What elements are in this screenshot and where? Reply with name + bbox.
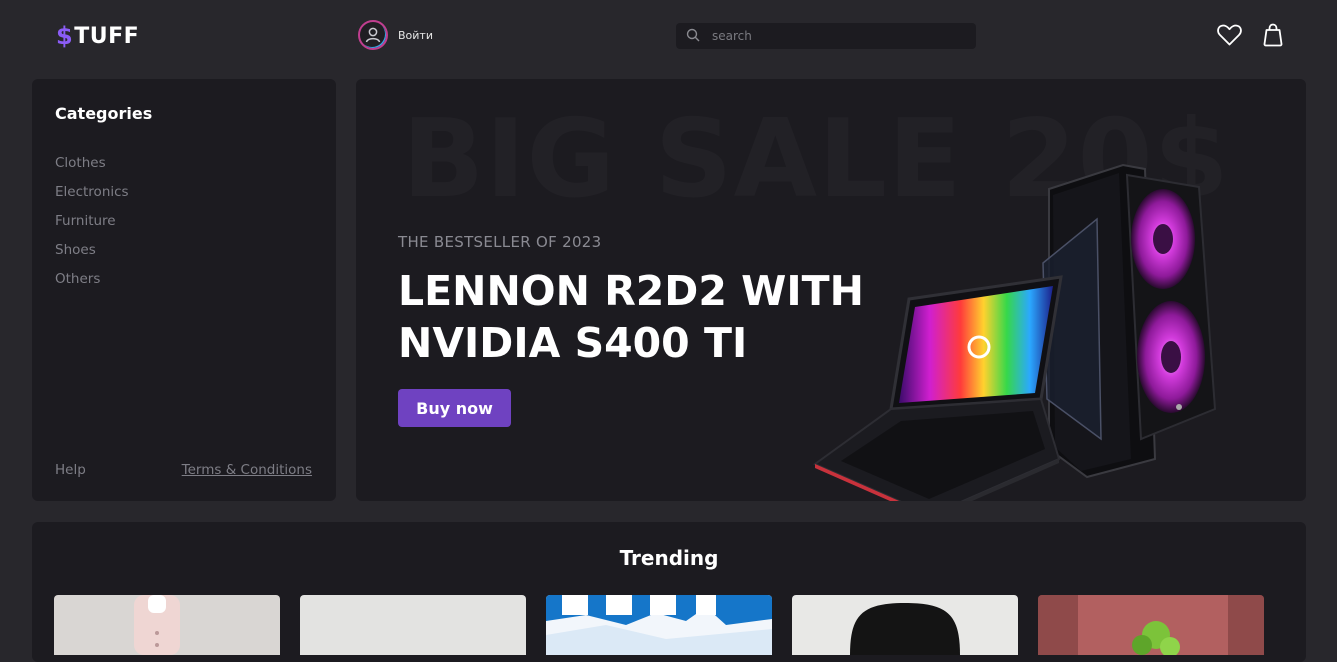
shopping-bag-icon[interactable] [1260, 22, 1286, 48]
help-link[interactable]: Help [55, 462, 86, 478]
product-card[interactable] [546, 595, 772, 655]
category-item-furniture[interactable]: Furniture [55, 210, 313, 239]
product-card[interactable] [792, 595, 1018, 655]
terms-link[interactable]: Terms & Conditions [182, 462, 312, 478]
banner-subtitle: THE BESTSELLER OF 2023 [398, 233, 602, 251]
product-image [812, 163, 1217, 501]
login-label: Войти [398, 28, 433, 42]
login-button[interactable]: Войти [358, 20, 433, 50]
sidebar-footer: Help Terms & Conditions [55, 462, 312, 478]
search-input[interactable] [712, 29, 952, 43]
logo-symbol: $ [56, 22, 74, 50]
product-image [134, 595, 180, 655]
logo-text: TUFF [74, 23, 140, 49]
product-card[interactable] [300, 595, 526, 655]
categories-sidebar: Categories Clothes Electronics Furniture… [32, 79, 336, 501]
favourites-heart-icon[interactable] [1216, 22, 1242, 48]
product-card[interactable] [1038, 595, 1264, 655]
logo[interactable]: $ TUFF [56, 20, 139, 52]
categories-title: Categories [55, 104, 153, 123]
header: $ TUFF Войти [0, 0, 1337, 72]
search-bar [676, 23, 976, 49]
category-list: Clothes Electronics Furniture Shoes Othe… [55, 152, 313, 297]
category-item-electronics[interactable]: Electronics [55, 181, 313, 210]
user-avatar-icon [358, 20, 388, 50]
category-item-others[interactable]: Others [55, 268, 313, 297]
buy-now-button[interactable]: Buy now [398, 389, 511, 427]
search-icon [686, 27, 700, 46]
trending-section: Trending [32, 522, 1306, 662]
product-image [1038, 595, 1264, 655]
product-image [546, 595, 772, 655]
category-item-clothes[interactable]: Clothes [55, 152, 313, 181]
promo-banner: BIG SALE 20$ THE BESTSELLER OF 2023 LENN… [356, 79, 1306, 501]
category-item-shoes[interactable]: Shoes [55, 239, 313, 268]
product-image [850, 603, 960, 655]
trending-title: Trending [619, 546, 719, 570]
product-card[interactable] [54, 595, 280, 655]
banner-title: LENNON R2D2 WITH NVIDIA S400 TI [398, 267, 864, 367]
product-image [300, 595, 526, 655]
